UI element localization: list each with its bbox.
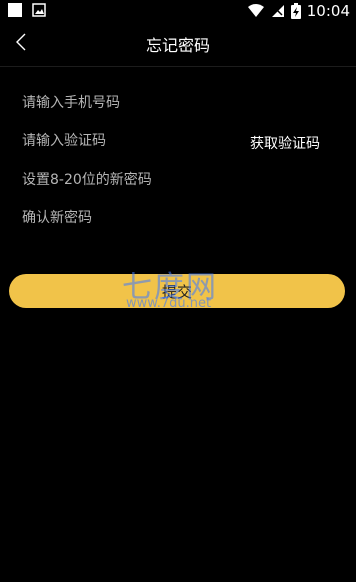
new-password-input[interactable]: 设置8-20位的新密码 (22, 169, 242, 191)
top-bar: 忘记密码 (0, 22, 356, 66)
phone-input[interactable]: 请输入手机号码 (22, 92, 242, 114)
phone-placeholder: 请输入手机号码 (22, 95, 120, 111)
code-placeholder: 请输入验证码 (22, 133, 106, 149)
status-time: 10:04 (306, 2, 350, 20)
status-icons: 10:04 (247, 1, 350, 21)
battery-charging-icon (290, 3, 301, 19)
header-divider (0, 66, 356, 67)
signal-icon (271, 5, 284, 17)
page-title: 忘记密码 (145, 36, 210, 55)
verification-code-input[interactable]: 请输入验证码 (22, 130, 242, 152)
submit-label: 提交 (161, 282, 192, 301)
forgot-password-screen: 10:04 忘记密码 请输入手机号码 请输入验证码 获取验证码 设置8-20位的… (0, 0, 356, 582)
confirm-password-placeholder: 确认新密码 (22, 210, 92, 226)
notification-square-icon (8, 3, 22, 17)
confirm-password-input[interactable]: 确认新密码 (22, 207, 242, 229)
submit-button[interactable]: 提交 (9, 274, 345, 308)
status-bar: 10:04 (0, 0, 356, 22)
get-code-button[interactable]: 获取验证码 (250, 133, 320, 153)
new-password-placeholder: 设置8-20位的新密码 (22, 172, 152, 188)
wifi-icon (247, 4, 264, 17)
image-icon (32, 3, 46, 17)
